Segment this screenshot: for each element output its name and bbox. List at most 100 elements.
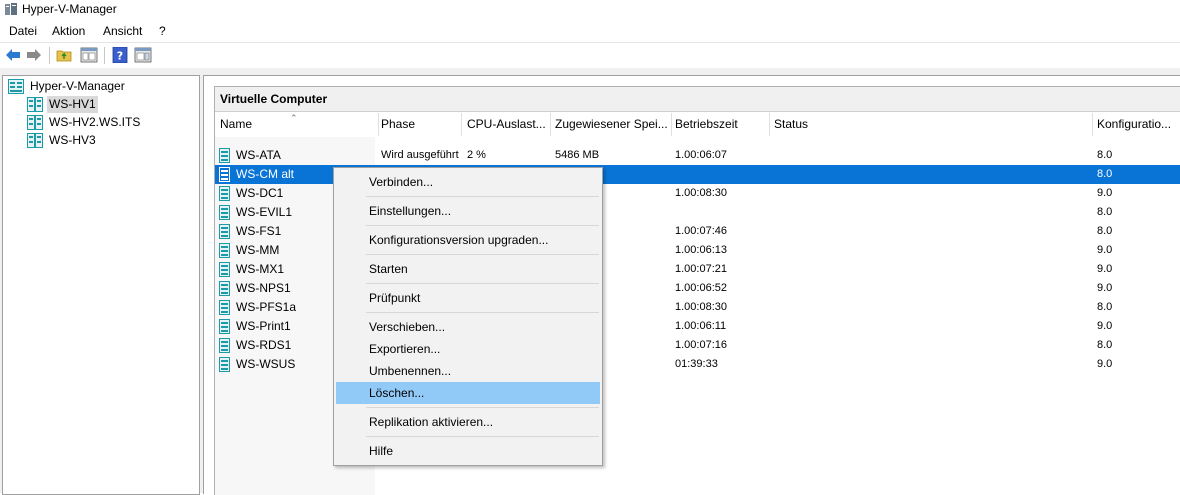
cell-name: WS-PFS1a: [236, 300, 297, 314]
tree-item-label: WS-HV1: [47, 96, 98, 113]
menu-item-exportieren[interactable]: Exportieren...: [336, 338, 600, 360]
hyper-v-manager-icon: [5, 3, 17, 15]
menu-bar: Datei Aktion Ansicht ?: [0, 21, 1180, 41]
menu-separator: [366, 196, 599, 197]
menu-item-label: Löschen...: [369, 386, 425, 400]
menu-datei[interactable]: Datei: [9, 24, 37, 38]
menu-separator: [366, 254, 599, 255]
hyper-v-manager-icon: [8, 79, 24, 94]
cell-config: 9.0: [1097, 263, 1113, 275]
toolbar-separator: [104, 47, 105, 64]
virtual-machine-icon: [219, 148, 230, 163]
svg-text:?: ?: [117, 50, 123, 63]
menu-item-umbenennen[interactable]: Umbenennen...: [336, 360, 600, 382]
server-icon: [27, 97, 43, 112]
cell-uptime: 1.00:06:52: [675, 282, 727, 294]
menu-item-verschieben[interactable]: Verschieben...: [336, 316, 600, 338]
menu-separator: [366, 312, 599, 313]
menu-separator: [366, 436, 599, 437]
help-icon[interactable]: ?: [111, 47, 129, 63]
cell-uptime: 01:39:33: [675, 358, 718, 370]
menu-separator: [366, 407, 599, 408]
column-header-memory[interactable]: Zugewiesener Spei...: [550, 113, 672, 136]
sort-ascending-icon: ⌃: [290, 113, 298, 123]
cell-name: WS-CM alt: [236, 167, 294, 181]
menu-aktion[interactable]: Aktion: [52, 24, 85, 38]
tree-item-label: WS-HV2.WS.ITS: [49, 115, 141, 129]
virtual-machine-icon: [219, 205, 230, 220]
cell-name: WS-NPS1: [236, 281, 291, 295]
context-menu: Verbinden... Einstellungen... Konfigurat…: [333, 167, 603, 466]
cell-name: WS-DC1: [236, 186, 284, 200]
cell-name: WS-ATA: [236, 148, 281, 162]
menu-separator: [366, 283, 599, 284]
virtual-machine-icon: [219, 281, 230, 296]
back-arrow-icon[interactable]: [4, 47, 22, 63]
toolbar-separator: [49, 47, 50, 64]
tree-item-label: Hyper-V-Manager: [30, 79, 125, 93]
cell-uptime: 1.00:08:30: [675, 187, 727, 199]
cell-config: 9.0: [1097, 187, 1113, 199]
cell-config: 8.0: [1097, 168, 1113, 180]
cell-uptime: 1.00:07:16: [675, 339, 727, 351]
virtual-machine-icon: [219, 167, 230, 182]
menu-separator: [366, 225, 599, 226]
server-icon: [27, 133, 43, 148]
column-header-uptime[interactable]: Betriebszeit: [670, 113, 770, 136]
cell-name: WS-RDS1: [236, 338, 292, 352]
column-header-status[interactable]: Status: [769, 113, 1093, 136]
menu-item-hilfe[interactable]: Hilfe: [336, 440, 600, 462]
virtual-machine-icon: [219, 186, 230, 201]
folder-up-icon[interactable]: [56, 47, 74, 63]
menu-item-starten[interactable]: Starten: [336, 258, 600, 280]
menu-item-label: Exportieren...: [369, 342, 441, 356]
menu-item-loeschen[interactable]: Löschen...: [336, 382, 600, 404]
table-row[interactable]: WS-ATA Wird ausgeführt 2 % 5486 MB 1.00:06:0…: [215, 146, 1180, 165]
virtual-machine-icon: [219, 338, 230, 353]
cell-phase: Wird ausgeführt: [381, 149, 459, 161]
cell-config: 8.0: [1097, 149, 1113, 161]
cell-cpu: 2 %: [467, 149, 486, 161]
action-pane-icon[interactable]: [134, 47, 152, 63]
section-title: Virtuelle Computer: [215, 87, 1180, 112]
cell-name: WS-EVIL1: [236, 205, 293, 219]
menu-item-label: Einstellungen...: [369, 204, 452, 218]
cell-name: WS-MX1: [236, 262, 284, 276]
cell-name: WS-Print1: [236, 319, 291, 333]
menu-item-pruefpunkt[interactable]: Prüfpunkt: [336, 287, 600, 309]
window-title: Hyper-V-Manager: [22, 2, 117, 16]
column-header-cpu[interactable]: CPU-Auslast...: [462, 113, 551, 136]
show-hide-console-tree-icon[interactable]: [80, 47, 98, 63]
tree-item-label: WS-HV3: [49, 133, 96, 147]
cell-config: 8.0: [1097, 206, 1113, 218]
cell-config: 9.0: [1097, 358, 1113, 370]
cell-config: 8.0: [1097, 339, 1113, 351]
title-bar: Hyper-V-Manager: [0, 0, 1180, 20]
cell-config: 8.0: [1097, 225, 1113, 237]
menu-item-replikation-aktivieren[interactable]: Replikation aktivieren...: [336, 411, 600, 433]
console-tree[interactable]: Hyper-V-Manager WS-HV1 WS-HV2.WS.ITS WS-…: [2, 75, 200, 495]
cell-uptime: 1.00:07:46: [675, 225, 727, 237]
server-icon: [27, 115, 43, 130]
cell-config: 9.0: [1097, 320, 1113, 332]
cell-config: 9.0: [1097, 282, 1113, 294]
forward-arrow-icon[interactable]: [25, 47, 43, 63]
cell-uptime: 1.00:06:13: [675, 244, 727, 256]
cell-config: 8.0: [1097, 301, 1113, 313]
virtual-machine-icon: [219, 300, 230, 315]
menu-item-einstellungen[interactable]: Einstellungen...: [336, 200, 600, 222]
cell-uptime: 1.00:07:21: [675, 263, 727, 275]
cell-name: WS-FS1: [236, 224, 282, 238]
menu-item-verbinden[interactable]: Verbinden...: [336, 171, 600, 193]
column-header-config[interactable]: Konfiguratio...: [1092, 113, 1180, 136]
menu-item-konfigurationsversion-upgraden[interactable]: Konfigurationsversion upgraden...: [336, 229, 600, 251]
cell-name: WS-WSUS: [236, 357, 296, 371]
virtual-machine-icon: [219, 319, 230, 334]
menu-help[interactable]: ?: [159, 24, 166, 38]
menu-ansicht[interactable]: Ansicht: [103, 24, 142, 38]
column-header-phase[interactable]: Phase: [378, 113, 462, 136]
cell-uptime: 1.00:06:11: [675, 320, 727, 332]
virtual-machine-icon: [219, 243, 230, 258]
virtual-machine-icon: [219, 262, 230, 277]
virtual-machine-icon: [219, 357, 230, 372]
